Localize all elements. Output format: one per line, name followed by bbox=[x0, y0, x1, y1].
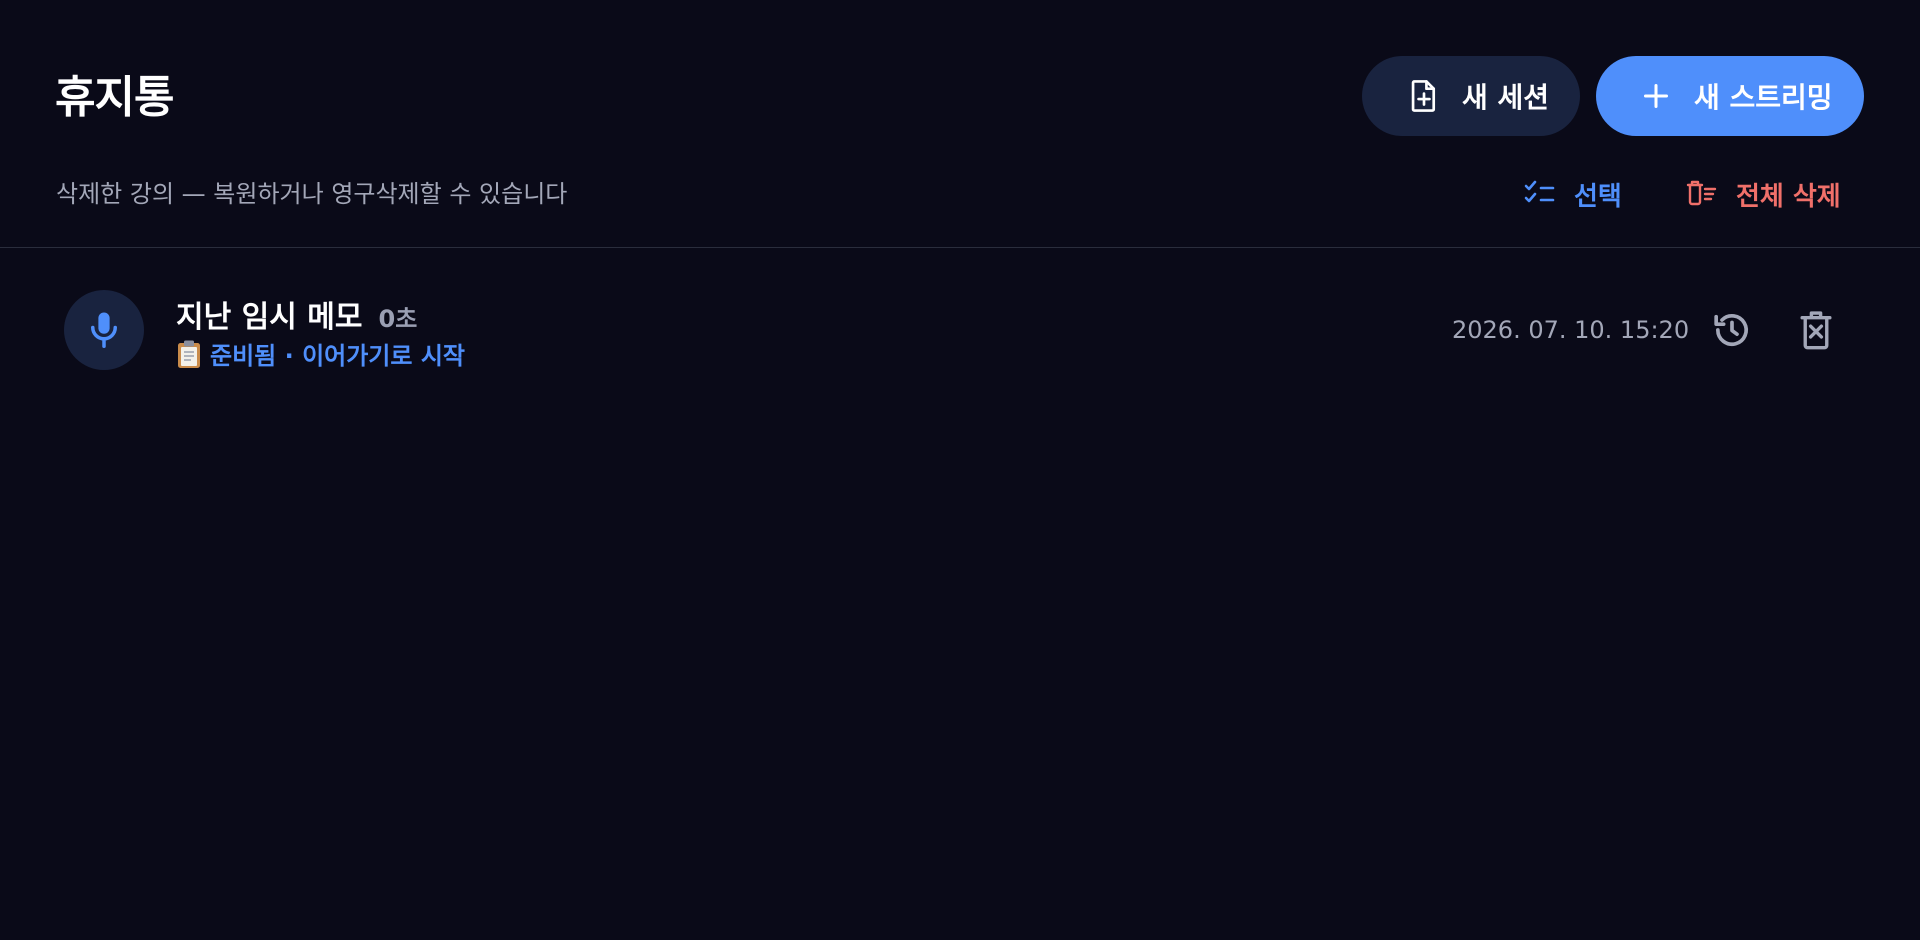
item-status: 준비됨 · 이어가기로 시작 bbox=[176, 336, 465, 371]
item-status-text: 준비됨 · 이어가기로 시작 bbox=[210, 342, 465, 370]
select-label: 선택 bbox=[1574, 181, 1622, 212]
delete-forever-button[interactable] bbox=[1794, 308, 1838, 352]
page-title: 휴지통 bbox=[55, 72, 174, 123]
item-name: 지난 임시 메모 bbox=[176, 300, 363, 335]
new-session-button[interactable]: 새 세션 bbox=[1362, 56, 1580, 136]
list-item[interactable]: 지난 임시 메모 0초 준비됨 · 이어가기로 시작 2026. 07. 10.… bbox=[0, 248, 1920, 408]
delete-forever-icon bbox=[1800, 311, 1832, 350]
new-session-label: 새 세션 bbox=[1462, 81, 1550, 114]
delete-all-button[interactable]: 전체 삭제 bbox=[1686, 174, 1841, 214]
plus-icon bbox=[1638, 78, 1674, 114]
new-streaming-button[interactable]: 새 스트리밍 bbox=[1596, 56, 1864, 136]
trash-list-icon bbox=[1686, 178, 1718, 210]
microphone-icon bbox=[91, 312, 117, 348]
select-button[interactable]: 선택 bbox=[1524, 174, 1622, 214]
trash-header: 휴지통 삭제한 강의 — 복원하거나 영구삭제할 수 있습니다 새 세션 새 스… bbox=[0, 0, 1920, 248]
file-plus-icon bbox=[1406, 78, 1442, 114]
page-subtitle: 삭제한 강의 — 복원하거나 영구삭제할 수 있습니다 bbox=[56, 180, 568, 208]
microphone-avatar bbox=[64, 290, 144, 370]
clipboard-icon bbox=[176, 339, 202, 369]
item-title: 지난 임시 메모 0초 bbox=[176, 292, 417, 336]
item-duration: 0초 bbox=[378, 305, 418, 333]
restore-history-icon bbox=[1714, 314, 1748, 347]
delete-all-label: 전체 삭제 bbox=[1736, 181, 1841, 212]
checklist-icon bbox=[1524, 178, 1556, 210]
new-streaming-label: 새 스트리밍 bbox=[1694, 81, 1833, 114]
restore-button[interactable] bbox=[1710, 308, 1754, 352]
item-date: 2026. 07. 10. 15:20 bbox=[1452, 316, 1690, 344]
